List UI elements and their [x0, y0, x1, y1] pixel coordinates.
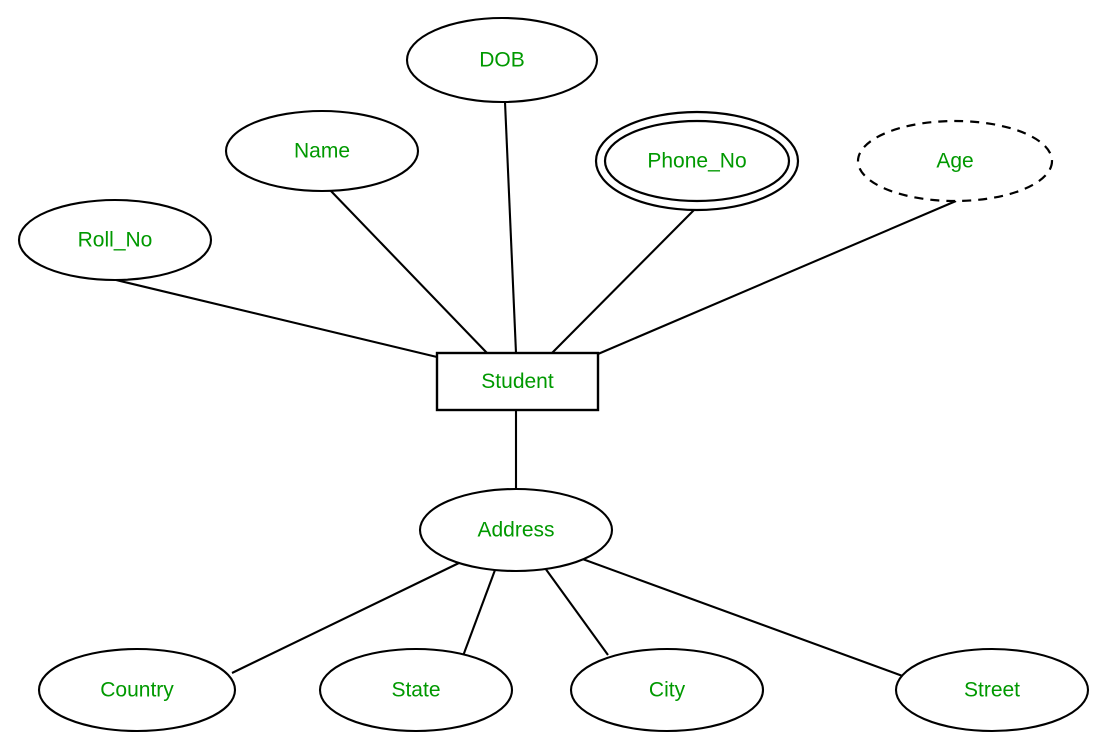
node-city[interactable]: City	[569, 647, 765, 733]
node-address[interactable]: Address	[418, 487, 614, 573]
roll-no-label: Roll_No	[78, 229, 153, 252]
node-student[interactable]: Student	[435, 351, 600, 412]
address-label: Address	[477, 519, 554, 542]
age-label: Age	[936, 150, 973, 173]
phone-no-label: Phone_No	[647, 150, 746, 173]
country-label: Country	[100, 679, 174, 702]
street-label: Street	[964, 679, 1020, 702]
edge-roll-no-student	[115, 278, 438, 359]
dob-label: DOB	[479, 49, 525, 72]
city-label: City	[649, 679, 686, 702]
edge-address-state	[462, 569, 496, 657]
student-label: Student	[481, 370, 554, 393]
edge-phone-no-student	[551, 209, 695, 354]
state-label: State	[391, 679, 440, 702]
node-street[interactable]: Street	[894, 647, 1090, 733]
edge-dob-student	[503, 101, 518, 354]
edge-name-student	[329, 189, 488, 354]
node-name[interactable]: Name	[224, 109, 420, 193]
edge-address-city	[544, 567, 609, 656]
er-diagram-canvas: Roll_No Name DOB Phone_No Age Student Ad…	[0, 0, 1112, 753]
node-age[interactable]: Age	[856, 119, 1054, 203]
node-roll-no[interactable]: Roll_No	[17, 198, 213, 282]
edge-age-student	[597, 200, 957, 355]
node-country[interactable]: Country	[37, 647, 237, 733]
node-phone-no[interactable]: Phone_No	[594, 110, 800, 212]
node-state[interactable]: State	[318, 647, 514, 733]
name-label: Name	[294, 140, 350, 163]
node-dob[interactable]: DOB	[405, 16, 599, 104]
